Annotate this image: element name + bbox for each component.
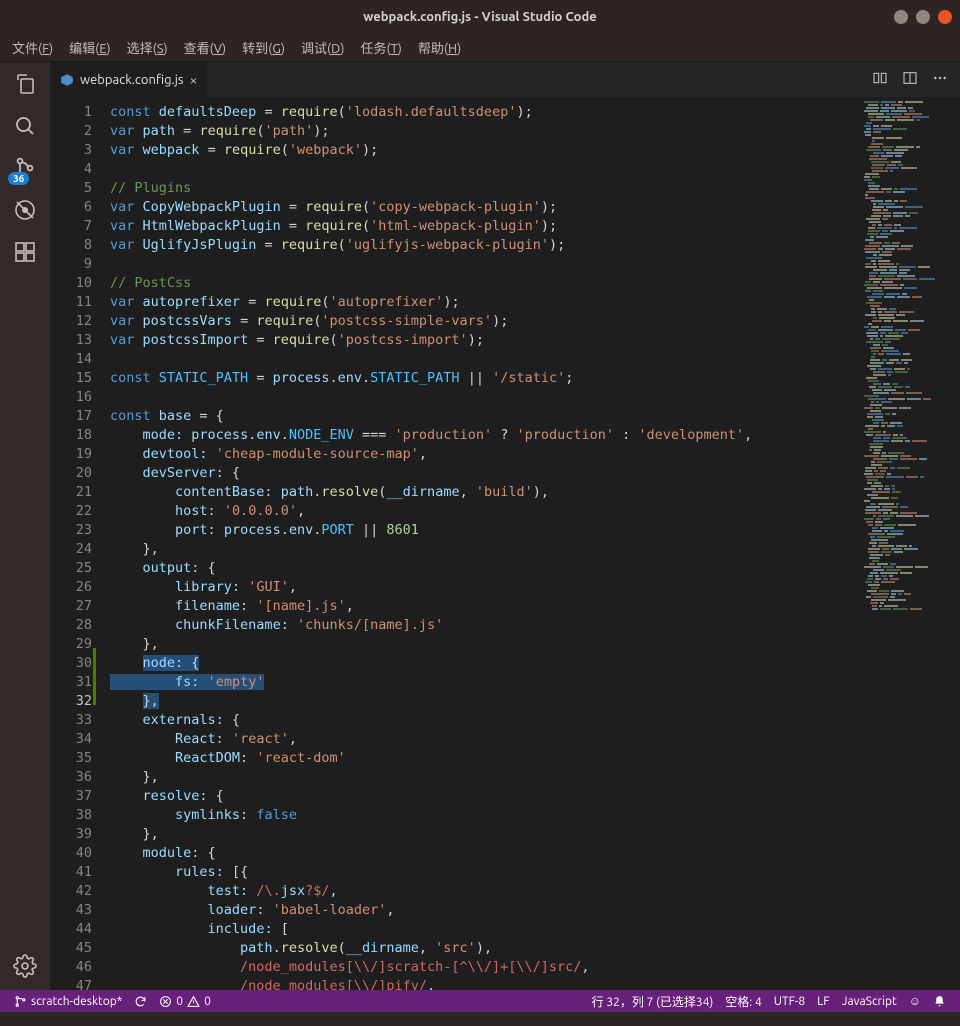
explorer-icon[interactable] xyxy=(11,70,39,98)
status-eol[interactable]: LF xyxy=(811,993,835,1010)
code-line[interactable]: var webpack = require('webpack'); xyxy=(110,141,860,160)
search-icon[interactable] xyxy=(11,112,39,140)
code-line[interactable]: library: 'GUI', xyxy=(110,578,860,597)
minimize-button[interactable] xyxy=(894,10,908,24)
code-line[interactable]: filename: '[name].js', xyxy=(110,597,860,616)
code-line[interactable]: // Plugins xyxy=(110,179,860,198)
editor[interactable]: 1234567891011121314151617181920212223242… xyxy=(50,97,960,990)
code-line[interactable]: }, xyxy=(110,635,860,654)
code-line[interactable]: include: [ xyxy=(110,920,860,939)
status-spaces[interactable]: 空格: 4 xyxy=(719,993,767,1010)
code-line[interactable] xyxy=(110,388,860,407)
status-encoding[interactable]: UTF-8 xyxy=(768,993,811,1010)
scm-icon[interactable]: 36 xyxy=(11,154,39,182)
debug-icon[interactable] xyxy=(11,196,39,224)
code-line[interactable]: contentBase: path.resolve(__dirname, 'bu… xyxy=(110,483,860,502)
extensions-icon[interactable] xyxy=(11,238,39,266)
more-actions-icon[interactable] xyxy=(932,70,948,89)
code-line[interactable]: var autoprefixer = require('autoprefixer… xyxy=(110,293,860,312)
code-line[interactable]: module: { xyxy=(110,844,860,863)
code-line[interactable]: devtool: 'cheap-module-source-map', xyxy=(110,445,860,464)
scm-badge: 36 xyxy=(8,172,29,185)
code-line[interactable]: const defaultsDeep = require('lodash.def… xyxy=(110,103,860,122)
code-line[interactable]: port: process.env.PORT || 8601 xyxy=(110,521,860,540)
status-language[interactable]: JavaScript xyxy=(836,993,903,1010)
code-line[interactable]: resolve: { xyxy=(110,787,860,806)
window-controls xyxy=(894,10,952,24)
code-line[interactable]: var HtmlWebpackPlugin = require('html-we… xyxy=(110,217,860,236)
code-line[interactable]: ReactDOM: 'react-dom' xyxy=(110,749,860,768)
status-bar: scratch-desktop* 0 0 行 32，列 7 (已选择34) 空格… xyxy=(0,990,960,1012)
menu-select[interactable]: 选择(S) xyxy=(121,35,174,60)
maximize-button[interactable] xyxy=(916,10,930,24)
code-line[interactable] xyxy=(110,350,860,369)
code-line[interactable]: const STATIC_PATH = process.env.STATIC_P… xyxy=(110,369,860,388)
menu-file[interactable]: 文件(F) xyxy=(6,35,59,60)
code-line[interactable]: test: /\.jsx?$/, xyxy=(110,882,860,901)
menu-help[interactable]: 帮助(H) xyxy=(412,35,467,60)
menu-view[interactable]: 查看(V) xyxy=(178,35,233,60)
code-line[interactable] xyxy=(110,160,860,179)
code-line[interactable]: chunkFilename: 'chunks/[name].js' xyxy=(110,616,860,635)
code-line[interactable]: }, xyxy=(110,540,860,559)
status-problems[interactable]: 0 0 xyxy=(153,995,217,1008)
editor-actions xyxy=(872,62,960,97)
code-line[interactable]: mode: process.env.NODE_ENV === 'producti… xyxy=(110,426,860,445)
code-line[interactable]: const base = { xyxy=(110,407,860,426)
line-number-gutter: 1234567891011121314151617181920212223242… xyxy=(50,97,110,990)
main-area: 36 webpack.config.js × 1234567 xyxy=(0,62,960,990)
editor-group: webpack.config.js × 12345678910111213141… xyxy=(50,62,960,990)
menu-task[interactable]: 任务(T) xyxy=(354,35,407,60)
code-line[interactable]: var CopyWebpackPlugin = require('copy-we… xyxy=(110,198,860,217)
code-line[interactable]: var postcssVars = require('postcss-simpl… xyxy=(110,312,860,331)
code-line[interactable]: /node_modules[\\/]pify/, xyxy=(110,977,860,990)
close-button[interactable] xyxy=(938,10,952,24)
titlebar: webpack.config.js - Visual Studio Code xyxy=(0,0,960,34)
window-title: webpack.config.js - Visual Studio Code xyxy=(363,10,597,24)
code-line[interactable]: var postcssImport = require('postcss-imp… xyxy=(110,331,860,350)
menubar: 文件(F) 编辑(E) 选择(S) 查看(V) 转到(G) 调试(D) 任务(T… xyxy=(0,34,960,62)
code-line[interactable]: }, xyxy=(110,768,860,787)
menu-debug[interactable]: 调试(D) xyxy=(295,35,350,60)
status-sync[interactable] xyxy=(128,995,153,1008)
menu-edit[interactable]: 编辑(E) xyxy=(63,35,117,60)
code-line[interactable]: var path = require('path'); xyxy=(110,122,860,141)
code-line[interactable]: path.resolve(__dirname, 'src'), xyxy=(110,939,860,958)
code-line[interactable]: externals: { xyxy=(110,711,860,730)
code-line[interactable]: host: '0.0.0.0', xyxy=(110,502,860,521)
status-feedback-icon[interactable]: ☺ xyxy=(903,993,927,1010)
status-branch[interactable]: scratch-desktop* xyxy=(8,995,128,1008)
code-line[interactable] xyxy=(110,255,860,274)
tab-label: webpack.config.js xyxy=(80,73,184,87)
split-editor-icon[interactable] xyxy=(902,70,918,89)
code-line[interactable]: var UglifyJsPlugin = require('uglifyjs-w… xyxy=(110,236,860,255)
code-line[interactable]: output: { xyxy=(110,559,860,578)
code-line[interactable]: // PostCss xyxy=(110,274,860,293)
menu-goto[interactable]: 转到(G) xyxy=(236,35,291,60)
code-line[interactable]: loader: 'babel-loader', xyxy=(110,901,860,920)
code-line[interactable]: fs: 'empty' xyxy=(110,673,860,692)
code-line[interactable]: rules: [{ xyxy=(110,863,860,882)
close-tab-icon[interactable]: × xyxy=(190,73,198,87)
code-area[interactable]: const defaultsDeep = require('lodash.def… xyxy=(110,97,860,990)
compare-icon[interactable] xyxy=(872,70,888,89)
code-line[interactable]: }, xyxy=(110,692,860,711)
code-line[interactable]: React: 'react', xyxy=(110,730,860,749)
minimap[interactable] xyxy=(860,97,960,990)
status-cursor[interactable]: 行 32，列 7 (已选择34) xyxy=(586,993,720,1010)
code-line[interactable]: symlinks: false xyxy=(110,806,860,825)
status-notifications-icon[interactable] xyxy=(927,993,952,1010)
js-file-icon xyxy=(60,73,74,87)
code-line[interactable]: node: { xyxy=(110,654,860,673)
settings-gear-icon[interactable] xyxy=(11,952,39,980)
code-line[interactable]: /node_modules[\\/]scratch-[^\\/]+[\\/]sr… xyxy=(110,958,860,977)
tab-bar: webpack.config.js × xyxy=(50,62,960,97)
code-line[interactable]: }, xyxy=(110,825,860,844)
activity-bar: 36 xyxy=(0,62,50,990)
code-line[interactable]: devServer: { xyxy=(110,464,860,483)
tab-webpack-config[interactable]: webpack.config.js × xyxy=(50,62,208,97)
